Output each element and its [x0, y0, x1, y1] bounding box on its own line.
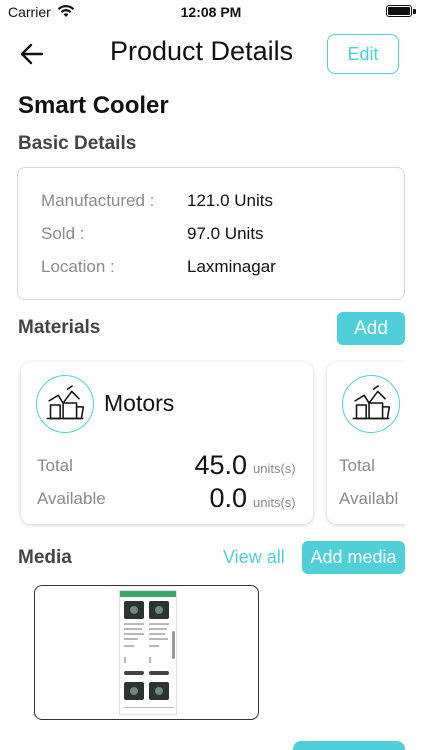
- battery-icon: [386, 5, 412, 17]
- view-all-link[interactable]: View all: [223, 547, 285, 568]
- detail-value: 121.0 Units: [187, 191, 273, 210]
- material-card-motors[interactable]: Motors Total 45.0 units(s) Available 0.0…: [21, 362, 313, 524]
- tools-bucket-icon: [36, 375, 94, 433]
- bottom-action-button[interactable]: [293, 741, 405, 750]
- materials-title: Materials: [18, 317, 101, 338]
- edit-button[interactable]: Edit: [327, 34, 399, 74]
- detail-key: Manufactured :: [41, 191, 155, 210]
- basic-details-card: Manufactured : 121.0 Units Sold : 97.0 U…: [17, 167, 405, 300]
- total-unit: units(s): [253, 461, 296, 476]
- add-material-button[interactable]: Add: [337, 312, 405, 345]
- material-card-partial[interactable]: Total Availabl: [327, 362, 405, 524]
- material-name: Motors: [104, 390, 175, 416]
- total-label: Total: [37, 456, 73, 475]
- detail-key: Sold :: [41, 224, 85, 243]
- detail-value: Laxminagar: [187, 257, 276, 276]
- available-label: Availabl: [339, 489, 399, 508]
- tools-bucket-icon: [342, 375, 400, 433]
- screenshot-image: [119, 590, 177, 715]
- basic-details-title: Basic Details: [18, 133, 137, 154]
- total-label: Total: [339, 456, 375, 475]
- battery-tip: [413, 9, 416, 14]
- product-name: Smart Cooler: [18, 92, 169, 119]
- detail-value: 97.0 Units: [187, 224, 264, 243]
- media-title: Media: [18, 547, 72, 568]
- arrow-left-icon[interactable]: [18, 40, 46, 68]
- status-time: 12:08 PM: [180, 4, 242, 20]
- materials-list[interactable]: Motors Total 45.0 units(s) Available 0.0…: [17, 360, 405, 528]
- available-value: 0.0: [209, 483, 247, 513]
- detail-key: Location :: [41, 257, 115, 276]
- available-unit: units(s): [253, 495, 296, 510]
- status-bar: Carrier 12:08 PM: [0, 0, 422, 24]
- add-media-button[interactable]: Add media: [302, 541, 405, 574]
- total-value: 45.0: [194, 450, 247, 480]
- media-thumbnail[interactable]: [34, 585, 259, 720]
- available-label: Available: [37, 489, 106, 508]
- page-title: Product Details: [110, 36, 294, 66]
